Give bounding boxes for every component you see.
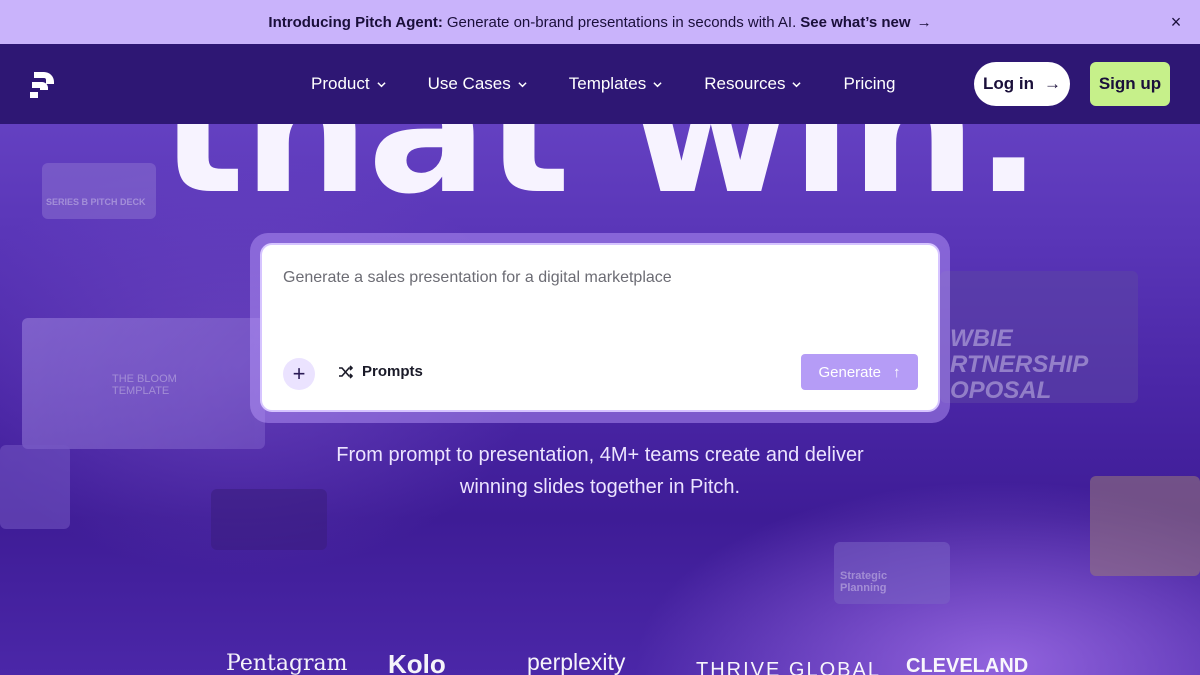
slide-thumbnail-bloom: THE BLOOM TEMPLATE	[22, 318, 265, 449]
nav-item-pricing[interactable]: Pricing	[843, 74, 895, 94]
login-button[interactable]: Log in →	[974, 62, 1070, 106]
close-icon[interactable]: ×	[1166, 12, 1186, 32]
prompt-input-box[interactable]: Generate a sales presentation for a digi…	[260, 243, 940, 412]
chevron-down-icon	[518, 81, 527, 87]
nav-item-templates[interactable]: Templates	[569, 74, 662, 94]
arrow-right-icon[interactable]: →	[917, 14, 932, 31]
logo-cleveland: CLEVELAND	[906, 655, 1029, 675]
nav-menu: Product Use Cases Templates Resources Pr…	[311, 44, 937, 124]
add-icon[interactable]: +	[283, 358, 315, 390]
hero-subtitle: From prompt to presentation, 4M+ teams c…	[336, 444, 864, 498]
prompts-button[interactable]: Prompts	[338, 363, 423, 380]
slide-thumbnail-strategic: Strategic Planning	[834, 542, 950, 604]
prompt-placeholder[interactable]: Generate a sales presentation for a digi…	[283, 269, 672, 287]
logo-perplexity: perplexity	[527, 649, 626, 675]
customer-logos: Pentagram Kolo perplexity THRIVE GLOBAL …	[0, 645, 1200, 675]
nav-item-resources[interactable]: Resources	[704, 74, 802, 94]
signup-button[interactable]: Sign up	[1090, 62, 1170, 106]
announcement-bar: Introducing Pitch Agent: Generate on-bra…	[0, 0, 1200, 44]
logo-kolo: Kolo	[388, 649, 446, 675]
logo-thrive-global: THRIVE GLOBAL	[696, 659, 881, 675]
announcement-text: Generate on-brand presentations in secon…	[446, 13, 797, 31]
main-navigation: Product Use Cases Templates Resources Pr…	[0, 44, 1200, 124]
chevron-down-icon	[792, 81, 802, 87]
chevron-down-icon	[376, 81, 386, 87]
nav-item-product[interactable]: Product	[311, 74, 386, 94]
slide-thumbnail-partnership: WBIE RTNERSHIP OPOSAL	[940, 271, 1138, 403]
announcement-link[interactable]: See what’s new	[800, 14, 910, 31]
arrow-right-icon: →	[1043, 74, 1061, 93]
nav-item-use-cases[interactable]: Use Cases	[428, 74, 527, 94]
arrow-up-icon: ↑	[893, 363, 901, 381]
chevron-down-icon	[653, 81, 662, 87]
shuffle-icon	[339, 364, 354, 379]
generate-button[interactable]: Generate ↑	[801, 354, 918, 390]
logo-pentagram: Pentagram	[226, 651, 348, 675]
pitch-logo-icon[interactable]	[30, 70, 58, 100]
announcement-title: Introducing Pitch Agent:	[268, 13, 443, 31]
